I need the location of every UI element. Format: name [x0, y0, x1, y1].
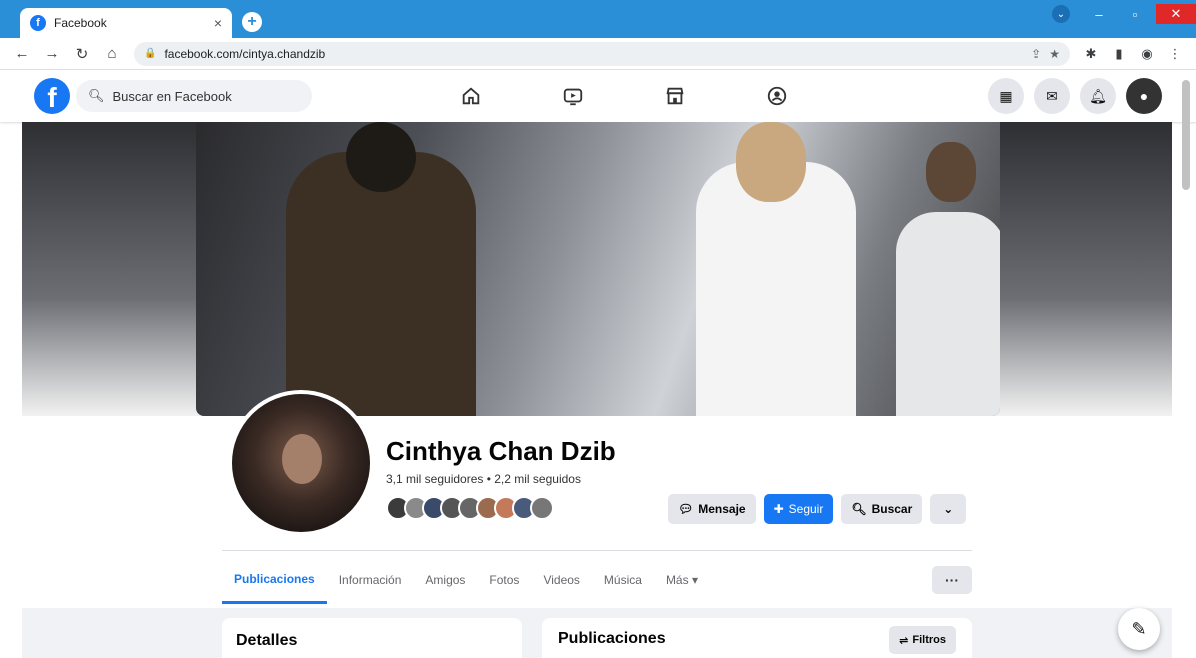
- follow-icon: ✚: [773, 502, 784, 516]
- menu-grid-icon[interactable]: ▦: [988, 78, 1024, 114]
- more-actions-dropdown[interactable]: ⌄: [930, 494, 967, 524]
- facebook-search-input[interactable]: 🔍︎ Buscar en Facebook: [76, 80, 312, 112]
- nav-home[interactable]: [420, 70, 522, 122]
- message-button[interactable]: 💬︎ Mensaje: [668, 494, 756, 524]
- browser-tab-bar: f Facebook × + ⌄ – ▫ ✕: [0, 0, 1196, 38]
- url-input[interactable]: 🔒 facebook.com/cintya.chandzib ⇪ ★: [134, 41, 1070, 66]
- tab-close-icon[interactable]: ×: [214, 15, 222, 31]
- tab-4[interactable]: Videos: [531, 556, 591, 604]
- profile-divider: [222, 550, 972, 551]
- reload-icon[interactable]: ↻: [74, 45, 90, 63]
- nav-groups[interactable]: [726, 70, 828, 122]
- facebook-header: f 🔍︎ Buscar en Facebook ▦ ✉ 🔔︎ ●: [0, 70, 1196, 122]
- filters-button[interactable]: ⇌ Filtros: [889, 626, 956, 654]
- profile-icon[interactable]: ◉: [1140, 46, 1154, 62]
- profile-name: Cinthya Chan Dzib: [386, 436, 616, 466]
- search-placeholder: Buscar en Facebook: [112, 88, 232, 104]
- home-icon: [462, 87, 480, 105]
- facebook-header-actions: ▦ ✉ 🔔︎ ●: [988, 78, 1162, 114]
- tab-3[interactable]: Fotos: [477, 556, 531, 604]
- maximize-button[interactable]: ▫: [1120, 4, 1150, 24]
- menu-kebab-icon[interactable]: ⋮: [1168, 46, 1182, 62]
- share-icon[interactable]: ⇪: [1031, 47, 1041, 61]
- messenger-icon: 💬︎: [678, 502, 694, 516]
- details-title: Detalles: [236, 632, 298, 649]
- extensions-icon[interactable]: ✱: [1084, 46, 1098, 62]
- browser-tab[interactable]: f Facebook ×: [20, 8, 232, 38]
- tab-1[interactable]: Información: [327, 556, 414, 604]
- tabs-more-button[interactable]: ···: [932, 566, 972, 594]
- profile-tabs: Publicaciones Información Amigos Fotos Video…: [222, 556, 710, 604]
- search-label: Buscar: [871, 502, 913, 516]
- profile-picture[interactable]: [228, 390, 374, 536]
- lock-icon[interactable]: 🔒: [144, 48, 156, 59]
- profile-actions: 💬︎ Mensaje ✚ Seguir 🔍︎ Buscar ⌄: [668, 494, 967, 524]
- follow-label: Seguir: [788, 502, 824, 516]
- close-window-button[interactable]: ✕: [1156, 4, 1196, 24]
- followers-count[interactable]: 3,1 mil seguidores • 2,2 mil seguidos: [386, 472, 581, 486]
- groups-icon: [767, 86, 787, 106]
- tab-6[interactable]: Más ▾: [654, 556, 710, 604]
- video-icon: [563, 88, 583, 106]
- facebook-favicon-icon: f: [30, 15, 46, 31]
- new-message-edit-icon[interactable]: ✎: [1118, 608, 1160, 650]
- follow-button[interactable]: ✚ Seguir: [763, 494, 834, 524]
- posts-card: Publicaciones ⇌ Filtros: [542, 618, 972, 658]
- messenger-icon[interactable]: ✉: [1034, 78, 1070, 114]
- back-icon[interactable]: ←: [14, 45, 30, 62]
- minimize-button[interactable]: –: [1084, 4, 1114, 24]
- sidebar-icon[interactable]: ▮: [1112, 46, 1126, 62]
- window-controls: ⌄ – ▫ ✕: [1052, 0, 1196, 28]
- address-bar: ← → ↻ ⌂ 🔒 facebook.com/cintya.chandzib ⇪…: [0, 38, 1196, 70]
- home-icon[interactable]: ⌂: [104, 45, 120, 62]
- store-icon: [666, 87, 684, 105]
- tab-5[interactable]: Música: [592, 556, 654, 604]
- details-card: Detalles: [222, 618, 522, 658]
- profile-dropdown-icon[interactable]: ⌄: [1052, 5, 1070, 23]
- nav-watch[interactable]: [522, 70, 624, 122]
- filters-icon: ⇌: [899, 634, 909, 647]
- search-icon: 🔍︎: [851, 502, 867, 516]
- friend-avatar[interactable]: [530, 496, 554, 520]
- account-avatar[interactable]: ●: [1126, 78, 1162, 114]
- page-scrollbar[interactable]: [1182, 80, 1190, 190]
- tab-title: Facebook: [54, 16, 107, 30]
- url-text: facebook.com/cintya.chandzib: [164, 46, 326, 61]
- new-tab-button[interactable]: +: [242, 12, 262, 32]
- facebook-logo[interactable]: f: [34, 78, 70, 114]
- message-label: Mensaje: [698, 502, 746, 516]
- notifications-bell-icon[interactable]: 🔔︎: [1080, 78, 1116, 114]
- facebook-main-nav: [420, 70, 828, 122]
- search-icon: 🔍︎: [88, 88, 105, 103]
- forward-icon[interactable]: →: [44, 45, 60, 62]
- tab-2[interactable]: Amigos: [413, 556, 477, 604]
- filters-label: Filtros: [912, 634, 946, 646]
- cover-photo[interactable]: [196, 122, 1000, 416]
- search-profile-button[interactable]: 🔍︎ Buscar: [841, 494, 923, 524]
- tab-0[interactable]: Publicaciones: [222, 556, 327, 604]
- friend-avatars[interactable]: [386, 496, 554, 520]
- nav-marketplace[interactable]: [624, 70, 726, 122]
- bookmark-star-icon[interactable]: ★: [1049, 47, 1060, 61]
